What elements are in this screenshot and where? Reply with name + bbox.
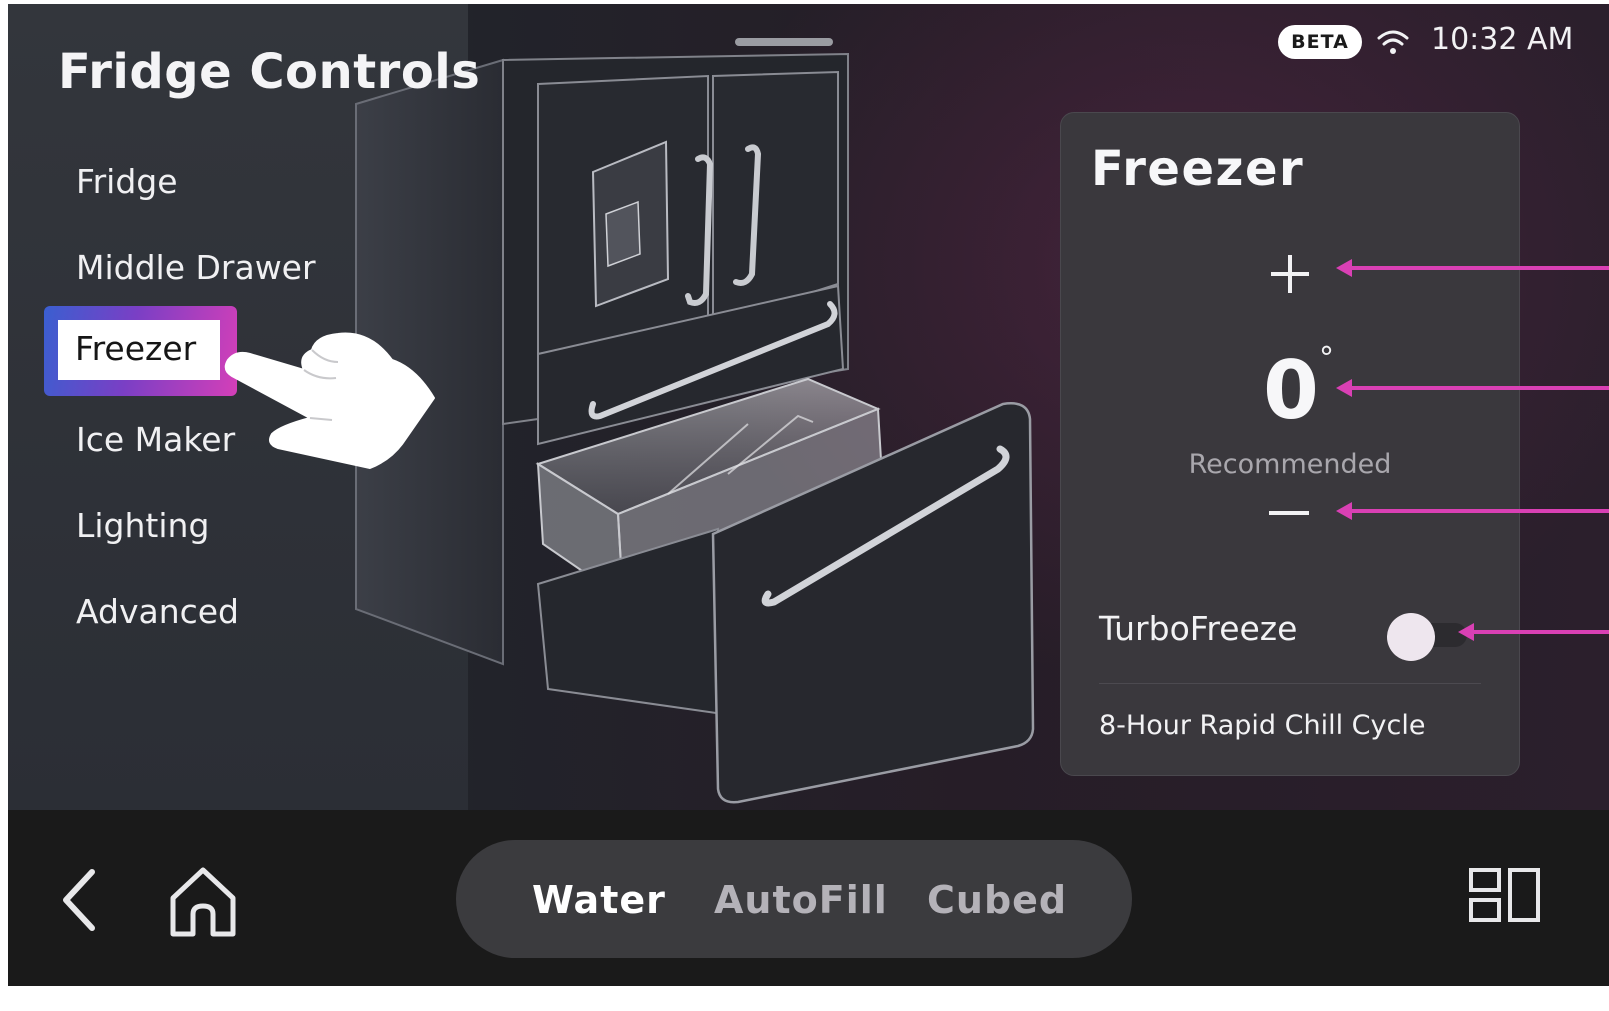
sidebar-item-fridge[interactable]: Fridge [76,162,178,201]
arrow-left-icon [1336,379,1352,397]
home-icon[interactable] [163,860,243,940]
sidebar-item-ice-maker[interactable]: Ice Maker [76,420,235,459]
arrow-left-icon [1458,623,1474,641]
temperature-caption: Recommended [1188,449,1392,480]
callout-line-temperature [1350,386,1609,390]
callout-line-increase [1350,266,1609,270]
turbofreeze-toggle[interactable] [1387,613,1467,661]
turbofreeze-description: 8-Hour Rapid Chill Cycle [1099,710,1426,741]
freezer-control-card: Freezer 0 ° Recommended TurboFreeze 8-Ho… [1060,112,1520,776]
page-title: Fridge Controls [58,44,481,100]
card-title: Freezer [1091,141,1305,197]
toggle-knob [1387,613,1435,661]
chevron-left-icon[interactable] [50,858,110,942]
callout-line-turbofreeze [1472,630,1609,634]
arrow-left-icon [1336,502,1352,520]
decrease-temp-button[interactable] [1269,511,1309,515]
selected-highlight: Freezer [58,320,220,380]
pointing-hand-icon [224,332,435,469]
sidebar-item-lighting[interactable]: Lighting [76,506,209,545]
bottom-bar: Water AutoFill Cubed [8,810,1609,986]
clock: 10:32 AM [1431,22,1574,57]
beta-badge: BETA [1278,25,1362,59]
arrow-left-icon [1336,259,1352,277]
sidebar-item-freezer[interactable]: Freezer [44,306,237,396]
divider [1099,683,1481,684]
fridge-illustration [355,52,1035,804]
quick-action-water[interactable]: Water [532,878,666,922]
sidebar-item-advanced[interactable]: Advanced [76,592,239,631]
callout-line-decrease [1350,509,1609,513]
turbofreeze-label: TurboFreeze [1099,609,1298,648]
increase-temp-button[interactable] [1259,243,1321,305]
sidebar-item-label: Freezer [75,329,197,368]
grid-icon[interactable] [1468,866,1544,926]
degree-symbol: ° [1319,341,1334,376]
plus-icon [1271,255,1309,293]
wifi-icon [1377,30,1409,54]
quick-action-cubed[interactable]: Cubed [927,878,1067,922]
sidebar-item-middle-drawer[interactable]: Middle Drawer [76,248,316,287]
quick-action-autofill[interactable]: AutoFill [714,878,888,922]
drag-handle[interactable] [735,38,833,46]
fridge-screen: Fridge Controls Fridge Middle Drawer Fre… [8,4,1609,986]
quick-actions-pill: Water AutoFill Cubed [456,840,1132,958]
